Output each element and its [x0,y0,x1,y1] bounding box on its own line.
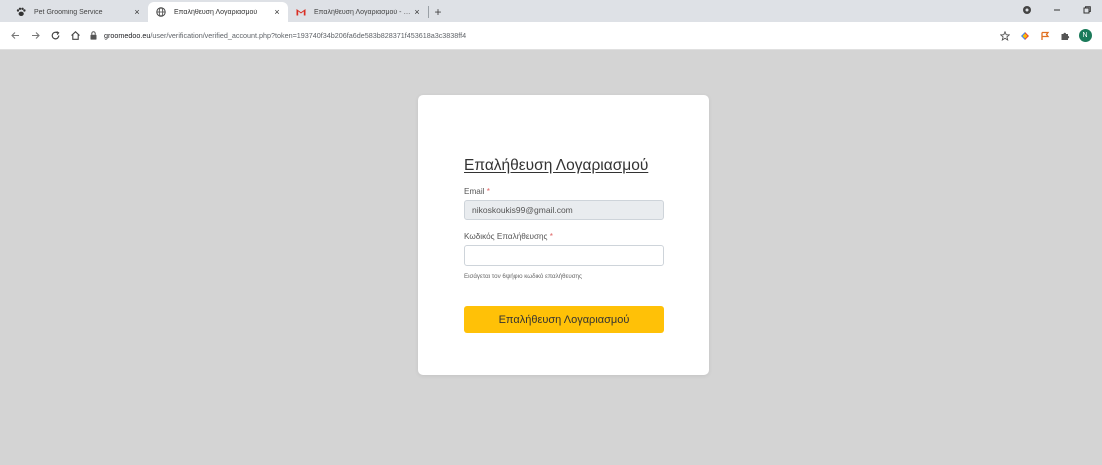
tab-title: Επαλήθευση Λογαριασμού - nik [314,8,412,16]
home-icon[interactable] [66,27,84,45]
window-controls [1012,0,1102,22]
email-label: Email * [464,187,490,196]
avatar: N [1078,29,1092,42]
reload-icon[interactable] [46,27,64,45]
star-bookmark-icon[interactable] [996,27,1014,45]
required-mark: * [549,232,553,241]
code-help-text: Εισάγεται τον 6ψήφιο κωδικό επαλήθευσης [464,273,582,280]
tab-gmail-verification[interactable]: Επαλήθευση Λογαριασμού - nik × [288,2,428,22]
code-label: Κωδικός Επαλήθευσης * [464,232,553,241]
new-tab-button[interactable]: + [429,2,447,22]
flag-extension-icon[interactable] [1036,27,1054,45]
gmail-icon [296,7,306,17]
verify-account-button[interactable]: Επαλήθευση Λογαριασμού [464,306,664,333]
forward-arrow-icon[interactable] [26,27,44,45]
back-arrow-icon[interactable] [6,27,24,45]
tab-title: Επαλήθευση Λογαριασμού [174,8,258,16]
url-path: /user/verification/verified_account.php?… [150,31,467,40]
address-bar[interactable]: groomedoo.eu/user/verification/verified_… [90,25,986,47]
email-field[interactable] [464,200,664,220]
restore-icon[interactable] [1072,5,1102,18]
email-label-text: Email [464,187,485,196]
verification-card: Επαλήθευση Λογαριασμού Email * Κωδικός Ε… [418,95,709,375]
tab-account-verification[interactable]: Επαλήθευση Λογαριασμού × [148,2,288,22]
code-label-text: Κωδικός Επαλήθευσης [464,232,548,241]
minimize-icon[interactable] [1042,5,1072,18]
puzzle-extensions-icon[interactable] [1056,27,1074,45]
profile-indicator-icon[interactable] [1012,5,1042,18]
paw-icon [16,7,26,17]
close-tab-icon[interactable]: × [412,7,422,17]
globe-icon [156,7,166,17]
page-title: Επαλήθευση Λογαριασμού [464,157,649,174]
close-tab-icon[interactable]: × [272,7,282,17]
browser-tab-strip: Pet Grooming Service × Επαλήθευση Λογαρι… [0,0,1102,22]
extensions-area: N [994,27,1094,45]
close-tab-icon[interactable]: × [132,7,142,17]
profile-avatar[interactable]: N [1076,27,1094,45]
tab-title: Pet Grooming Service [34,8,103,16]
url-host: groomedoo.eu [104,31,151,40]
verification-code-input[interactable] [464,245,664,266]
required-mark: * [486,187,490,196]
color-extension-icon[interactable] [1016,27,1034,45]
tab-pet-grooming-service[interactable]: Pet Grooming Service × [8,2,148,22]
browser-toolbar: groomedoo.eu/user/verification/verified_… [0,22,1102,50]
lock-icon [90,31,98,40]
